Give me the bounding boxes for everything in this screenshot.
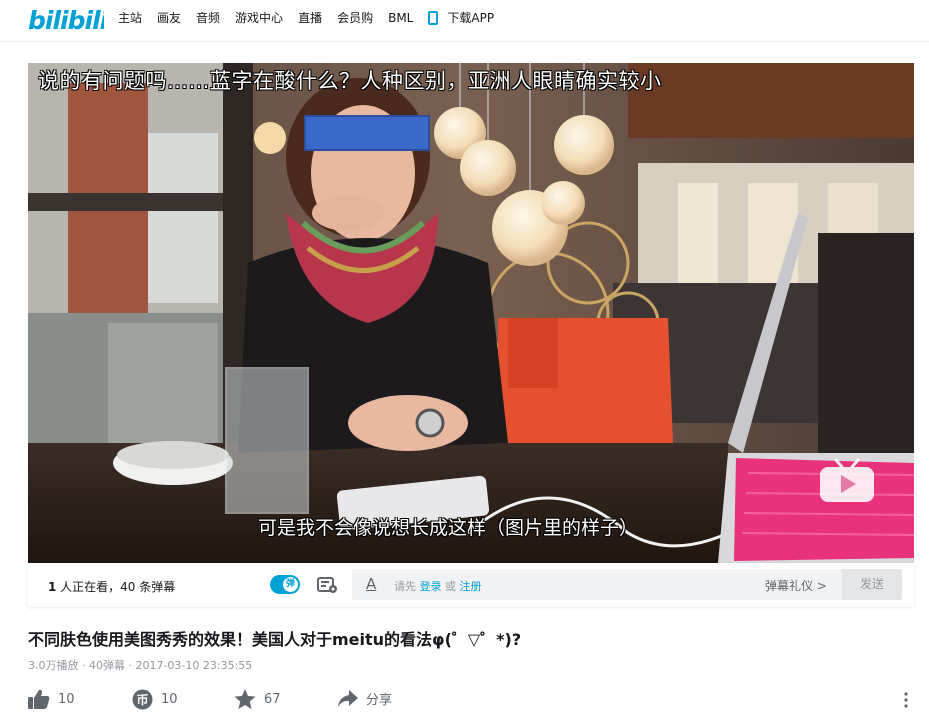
danmaku-etiquette-link[interactable]: 弹幕礼仪 > <box>765 577 827 594</box>
viewer-count: 1 人正在看，40 条弹幕 <box>48 578 175 595</box>
coin-count: 10 <box>161 692 178 707</box>
nav-item-download-app[interactable]: 下载APP <box>428 10 494 26</box>
login-link[interactable]: 登录 <box>420 580 442 593</box>
danmaku-toggle[interactable]: 弹 <box>270 575 300 594</box>
favorite-button[interactable]: 67 <box>234 689 281 710</box>
video-player[interactable]: 说的有问题吗……蓝字在酸什么？人种区别，亚洲人眼睛确实较小 可是我不会像说想长成… <box>28 63 914 563</box>
favorite-count: 67 <box>264 692 281 707</box>
register-link[interactable]: 注册 <box>460 580 482 593</box>
more-options-icon[interactable] <box>904 692 908 708</box>
coin-button[interactable]: 币 10 <box>132 689 178 710</box>
danmaku-control-bar: 1 人正在看，40 条弹幕 弹 A 请先 登录 或 注册 弹幕礼仪 > 发送 <box>28 563 914 607</box>
login-hint-prefix: 请先 <box>394 580 416 593</box>
like-count: 10 <box>58 691 75 707</box>
nav-item-audio[interactable]: 音频 <box>196 10 220 26</box>
eye-censor-bar <box>304 115 430 151</box>
video-meta: 3.0万播放 · 40弹幕 · 2017-03-10 23:35:55 <box>28 659 253 672</box>
danmaku-settings-icon[interactable] <box>317 576 339 594</box>
video-subtitle: 可是我不会像说想长成这样（图片里的样子） <box>258 517 639 539</box>
nav-item-painters[interactable]: 画友 <box>157 10 181 26</box>
viewer-count-text: 人正在看，40 条弹幕 <box>56 580 176 594</box>
login-hint-or: 或 <box>445 580 456 593</box>
bilibili-logo[interactable]: bilibili <box>28 4 104 34</box>
share-button[interactable]: 分享 <box>338 689 392 708</box>
nav-item-main-site[interactable]: 主站 <box>118 10 142 26</box>
svg-text:币: 币 <box>136 693 148 707</box>
danmaku-comment: 说的有问题吗……蓝字在酸什么？人种区别，亚洲人眼睛确实较小 <box>38 69 662 93</box>
nav-item-member-shop[interactable]: 会员购 <box>337 10 373 26</box>
main-nav: 主站 画友 音频 游戏中心 直播 会员购 BML 下载APP <box>118 10 509 26</box>
top-nav-bar: bilibili 主站 画友 音频 游戏中心 直播 会员购 BML 下载APP <box>0 0 929 42</box>
login-hint: 请先 登录 或 注册 <box>394 578 482 594</box>
video-frame <box>28 63 914 563</box>
play-tv-icon[interactable] <box>818 458 876 504</box>
like-button[interactable]: 10 <box>28 689 75 709</box>
nav-item-game-center[interactable]: 游戏中心 <box>235 10 283 26</box>
danmaku-input[interactable]: A 请先 登录 或 注册 弹幕礼仪 > 发送 <box>352 569 902 600</box>
text-style-icon[interactable]: A <box>366 575 376 593</box>
coin-icon: 币 <box>132 689 153 710</box>
svg-text:bilibili: bilibili <box>28 6 104 34</box>
star-icon <box>234 689 256 709</box>
nav-item-bml[interactable]: BML <box>388 10 413 26</box>
danmaku-toggle-knob: 弹 <box>283 577 298 592</box>
download-app-label: 下载APP <box>447 11 495 25</box>
video-actions: 10 币 10 67 分享 <box>28 689 914 713</box>
share-arrow-icon <box>338 689 358 707</box>
thumbs-up-icon <box>28 689 50 709</box>
phone-icon <box>428 11 439 25</box>
send-button[interactable]: 发送 <box>842 569 902 600</box>
share-label: 分享 <box>366 693 393 708</box>
nav-item-live[interactable]: 直播 <box>298 10 322 26</box>
video-title: 不同肤色使用美图秀秀的效果！美国人对于meitu的看法φ(゜▽゜*)? <box>28 630 522 649</box>
